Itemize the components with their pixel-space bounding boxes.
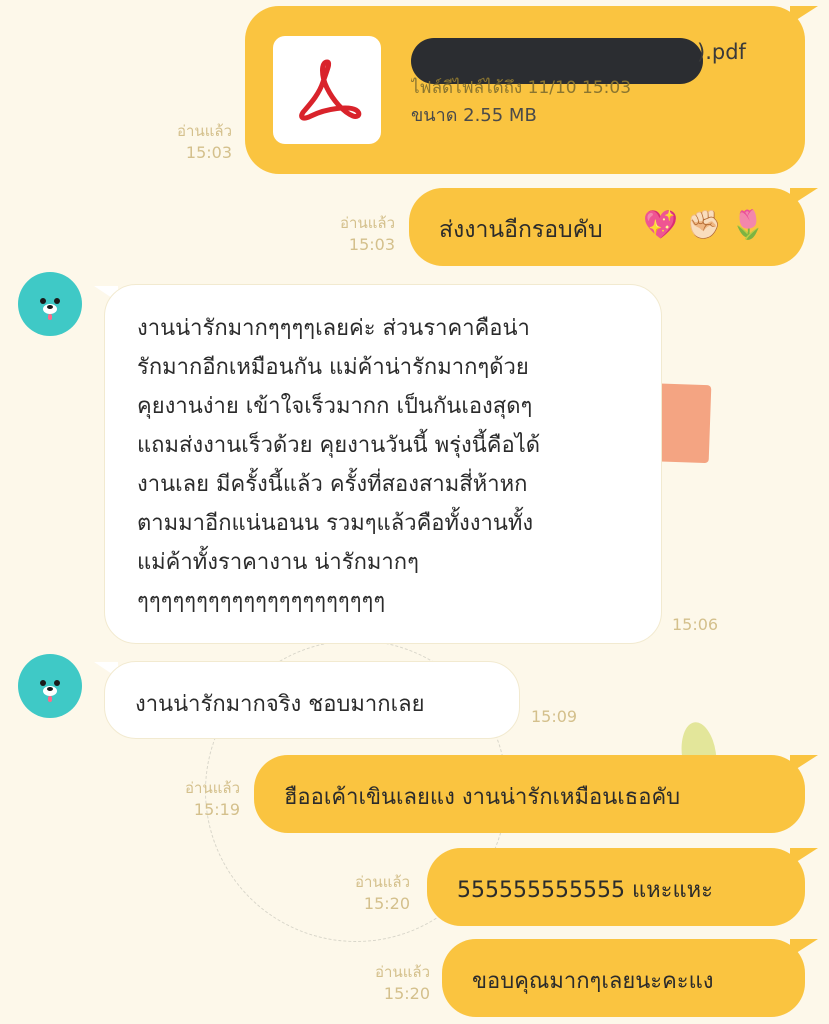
message-meta: อ่านแล้ว 15:20 (318, 872, 410, 914)
message-line: งานเลย มีครั้งนี้แล้ว ครั้งที่สองสามสี่ห… (137, 472, 528, 497)
read-receipt: อ่านแล้ว (375, 963, 430, 981)
message-time: 15:03 (348, 235, 395, 254)
message-time: 15:03 (185, 143, 232, 162)
message-bubble[interactable]: 555555555555 แหะแหะ (427, 848, 805, 926)
message-bubble[interactable]: ขอบคุณมากๆเลยนะคะแง (442, 939, 805, 1017)
file-name-suffix: ).pdf (697, 40, 746, 64)
message-time: 15:09 (531, 707, 578, 726)
file-expiry: ไฟล์ดีไฟล์ได้ถึง 11/10 15:03 (411, 78, 632, 98)
message-line: รักมากอีกเหมือนกัน แม่ค้าน่ารักมากๆด้วย (137, 355, 529, 380)
message-meta: อ่านแล้ว 15:03 (303, 213, 395, 255)
message-line: แถมส่งงานเร็วด้วย คุยงานวันนี้ พรุ่งนี้ค… (137, 433, 541, 458)
read-receipt: อ่านแล้ว (355, 873, 410, 891)
message-meta: อ่านแล้ว 15:03 (140, 121, 232, 163)
message-time: 15:06 (672, 615, 719, 634)
message-bubble[interactable]: ส่งงานอีกรอบคับ 💖 ✊🏻 🌷 (409, 188, 805, 266)
message-text: ฮืออเค้าเขินเลยแง งานน่ารักเหมือนเธอคับ (284, 785, 681, 810)
bear-avatar-icon[interactable] (18, 272, 82, 336)
message-line: งานน่ารักมากๆๆๆๆเลยค่ะ ส่วนราคาคือน่า (137, 316, 530, 341)
bear-avatar-icon[interactable] (18, 654, 82, 718)
message-time: 15:19 (193, 800, 240, 819)
sparkling-heart-icon: 💖 (643, 208, 678, 241)
message-bubble[interactable]: งานน่ารักมากจริง ชอบมากเลย (104, 661, 520, 739)
message-meta: อ่านแล้ว 15:20 (338, 962, 430, 1004)
file-message-bubble[interactable]: ).pdf ไฟล์ดีไฟล์ได้ถึง 11/10 15:03 ขนาด … (245, 6, 805, 174)
file-size: ขนาด 2.55 MB (411, 105, 537, 126)
message-text: ขอบคุณมากๆเลยนะคะแง (472, 969, 714, 994)
message-line: ๆๆๆๆๆๆๆๆๆๆๆๆๆๆๆๆๆๆๆๆๆ (137, 589, 386, 614)
read-receipt: อ่านแล้ว (340, 214, 395, 232)
read-receipt: อ่านแล้ว (185, 779, 240, 797)
message-bubble[interactable]: ฮืออเค้าเขินเลยแง งานน่ารักเหมือนเธอคับ (254, 755, 805, 833)
message-meta: อ่านแล้ว 15:19 (148, 778, 240, 820)
message-text: ส่งงานอีกรอบคับ (439, 217, 603, 243)
message-text: งานน่ารักมากจริง ชอบมากเลย (135, 692, 425, 717)
message-line: ตามมาอีกแน่นอนน รวมๆแล้วคือทั้งงานทั้ง (137, 511, 534, 536)
message-text: งานน่ารักมากๆๆๆๆเลยค่ะ ส่วนราคาคือน่า รั… (137, 309, 540, 621)
raised-fist-icon: ✊🏻 (686, 208, 722, 241)
message-bubble[interactable]: งานน่ารักมากๆๆๆๆเลยค่ะ ส่วนราคาคือน่า รั… (104, 284, 662, 644)
pdf-acrobat-icon[interactable] (273, 36, 381, 144)
message-emojis: 💖 ✊🏻 🌷 (643, 208, 765, 241)
message-line: แม่ค้าทั้งราคางาน น่ารักมากๆ (137, 550, 419, 575)
message-time: 15:20 (363, 894, 410, 913)
read-receipt: อ่านแล้ว (177, 122, 232, 140)
message-text: 555555555555 แหะแหะ (457, 878, 713, 903)
message-meta: 15:06 (672, 614, 732, 635)
message-line: คุยงานง่าย เข้าใจเร็วมากก เป็นกันเองสุดๆ (137, 394, 533, 419)
message-meta: 15:09 (531, 706, 591, 727)
tulip-icon: 🌷 (730, 208, 766, 241)
message-time: 15:20 (383, 984, 430, 1003)
